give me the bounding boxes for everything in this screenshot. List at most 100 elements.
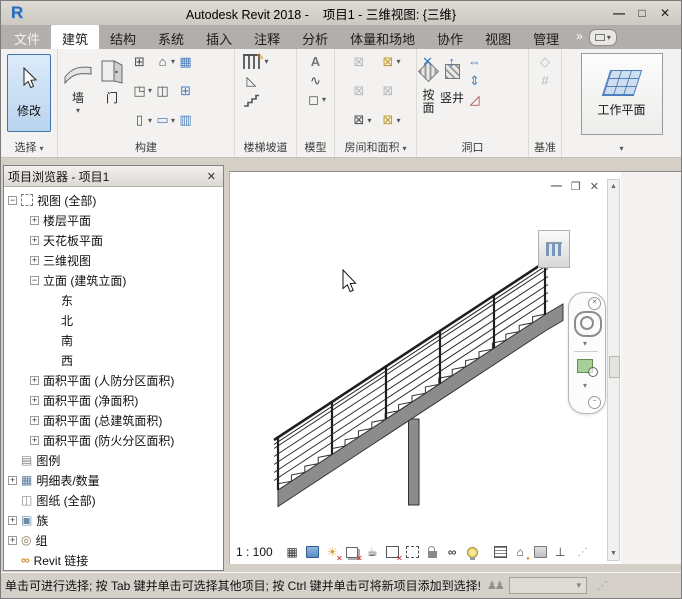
expander[interactable]: + (30, 436, 39, 445)
shaft-button[interactable]: ↕ 竖井 (438, 52, 466, 140)
tag-area-button[interactable]: ⊠▾ (380, 111, 401, 130)
selection-filter-dropdown[interactable]: ▼ (509, 577, 587, 594)
reveal-hidden-elements-icon[interactable] (464, 544, 481, 560)
level-button[interactable]: ◇ (537, 52, 554, 71)
roof-button[interactable]: ⌂▾ (154, 52, 175, 71)
area-button[interactable]: ⊠▾ (380, 52, 401, 71)
tree-item-east[interactable]: 东 (4, 290, 223, 310)
tab-architecture[interactable]: 建筑 (51, 25, 99, 49)
tree-item-3d-views[interactable]: +三维视图 (4, 250, 223, 270)
expander[interactable]: + (30, 416, 39, 425)
ramp-button[interactable]: ◺ (243, 71, 260, 90)
minimize-button[interactable]: — (611, 6, 627, 20)
tree-item-legends[interactable]: ▤图例 (4, 450, 223, 470)
mullion-button[interactable]: ▥ (177, 111, 194, 130)
tree-item-groups[interactable]: +◎组 (4, 530, 223, 550)
tree-item-area-plan-fire[interactable]: +面积平面 (防火分区面积) (4, 430, 223, 450)
work-plane-button[interactable]: 工作平面 (581, 53, 663, 135)
railing-button[interactable]: ✎ ▾ (243, 52, 268, 71)
panel-label-build[interactable]: 构建 (58, 140, 234, 157)
expander[interactable]: + (8, 476, 17, 485)
vertical-scrollbar[interactable]: ▲ ▼ (607, 179, 620, 561)
zoom-dropdown-icon[interactable]: ▾ (583, 381, 587, 390)
area-boundary-button[interactable]: ⊠ (380, 81, 401, 100)
panel-label-room-area[interactable]: 房间和面积 ▾ (335, 140, 416, 157)
shadows-icon[interactable] (344, 544, 361, 560)
tree-item-ceiling-plans[interactable]: +天花板平面 (4, 230, 223, 250)
expander[interactable]: − (30, 276, 39, 285)
opening-by-face-button[interactable]: ✕ 按面 (419, 52, 438, 140)
column-button[interactable]: ▯▾ (131, 111, 152, 130)
tab-overflow-icon[interactable]: » (570, 25, 589, 49)
tree-item-west[interactable]: 西 (4, 350, 223, 370)
locked-3d-view-icon[interactable] (424, 544, 441, 560)
scroll-down-icon[interactable]: ▼ (608, 547, 619, 560)
floor-button[interactable]: ▭▾ (154, 111, 175, 130)
view-minimize-button[interactable]: — (551, 180, 562, 193)
grid-button[interactable]: # (537, 71, 554, 90)
crop-region-icon[interactable] (404, 544, 421, 560)
navbar-close-icon[interactable]: ✕ (588, 297, 601, 310)
highlight-displacement-sets-icon[interactable] (532, 544, 549, 560)
tree-item-floor-plans[interactable]: +楼层平面 (4, 210, 223, 230)
sun-path-icon[interactable]: ☀ (324, 544, 341, 560)
steering-wheel-icon[interactable] (574, 311, 602, 337)
window-button[interactable]: ⊞ (131, 52, 152, 71)
revit-logo-icon[interactable]: R (7, 3, 27, 23)
show-analytical-model-icon[interactable]: ⌂ (512, 544, 529, 560)
tab-systems[interactable]: 系统 (147, 25, 195, 49)
tree-item-area-plan-civil-defense[interactable]: +面积平面 (人防分区面积) (4, 370, 223, 390)
tab-collaborate[interactable]: 协作 (426, 25, 474, 49)
expander[interactable]: + (30, 236, 39, 245)
navbar-minimize-icon[interactable]: − (588, 396, 601, 409)
drawing-area[interactable]: — ❐ ✕ ✕ ▾ ▾ − ▲ ▼ 1 : 100 ▦ ☀ ☕ (229, 171, 621, 564)
expander[interactable]: + (8, 516, 17, 525)
expander[interactable]: + (30, 256, 39, 265)
tree-item-north[interactable]: 北 (4, 310, 223, 330)
temporary-view-properties-icon[interactable] (492, 544, 509, 560)
editing-requests-icon[interactable]: ♟♟ (487, 579, 503, 592)
tab-manage[interactable]: 管理 (522, 25, 570, 49)
model-text-button[interactable]: A (307, 52, 324, 71)
wheel-dropdown-icon[interactable]: ▾ (583, 339, 587, 348)
temporary-hide-isolate-icon[interactable]: ∞ (444, 544, 461, 560)
tag-room-button[interactable]: ⊠▾ (350, 111, 371, 130)
tab-analyze[interactable]: 分析 (291, 25, 339, 49)
ceiling-button[interactable]: ◫ (154, 81, 175, 100)
stair-button[interactable] (243, 90, 260, 109)
wall-button[interactable]: 墙 ▾ (60, 52, 96, 140)
vertical-opening-button[interactable]: ⇕ (466, 71, 483, 90)
tree-item-sheets[interactable]: ◫图纸 (全部) (4, 490, 223, 510)
model-group-button[interactable]: ◻▾ (305, 90, 326, 109)
tree-item-elevations[interactable]: −立面 (建筑立面) (4, 270, 223, 290)
panel-label-select[interactable]: 选择 ▾ (1, 140, 57, 157)
model-line-button[interactable]: ∿ (307, 71, 324, 90)
tab-view[interactable]: 视图 (474, 25, 522, 49)
tree-item-south[interactable]: 南 (4, 330, 223, 350)
panel-label-circulation[interactable]: 楼梯坡道 (235, 140, 296, 157)
tree-item-views[interactable]: −视图 (全部) (4, 190, 223, 210)
maximize-button[interactable]: □ (634, 6, 650, 20)
project-browser-header[interactable]: 项目浏览器 - 项目1 ✕ (4, 166, 223, 187)
wall-opening-button[interactable]: ⇔ (466, 52, 483, 71)
tab-insert[interactable]: 插入 (195, 25, 243, 49)
view-scale[interactable]: 1 : 100 (236, 545, 273, 559)
panel-label-datum[interactable]: 基准 (529, 140, 561, 157)
tree-item-area-plan-gross[interactable]: +面积平面 (总建筑面积) (4, 410, 223, 430)
reveal-constraints-icon[interactable]: ⊥ (552, 544, 569, 560)
scroll-up-icon[interactable]: ▲ (608, 180, 619, 193)
visual-style-icon[interactable] (304, 544, 321, 560)
panel-label-model[interactable]: 模型 (297, 140, 334, 157)
modify-button[interactable]: 修改 (7, 54, 51, 132)
scrollbar-thumb[interactable] (609, 356, 620, 378)
expander[interactable]: + (30, 216, 39, 225)
room-separator-button[interactable]: ⊠ (350, 81, 371, 100)
curtain-system-button[interactable]: ▦ (177, 52, 194, 71)
dormer-opening-button[interactable]: ◿ (466, 90, 483, 109)
expander[interactable]: + (30, 396, 39, 405)
expander[interactable]: + (30, 376, 39, 385)
tree-item-area-plan-net[interactable]: +面积平面 (净面积) (4, 390, 223, 410)
expander[interactable]: − (8, 196, 17, 205)
curtain-grid-button[interactable]: ⊞ (177, 81, 194, 100)
tab-massing-site[interactable]: 体量和场地 (339, 25, 426, 49)
